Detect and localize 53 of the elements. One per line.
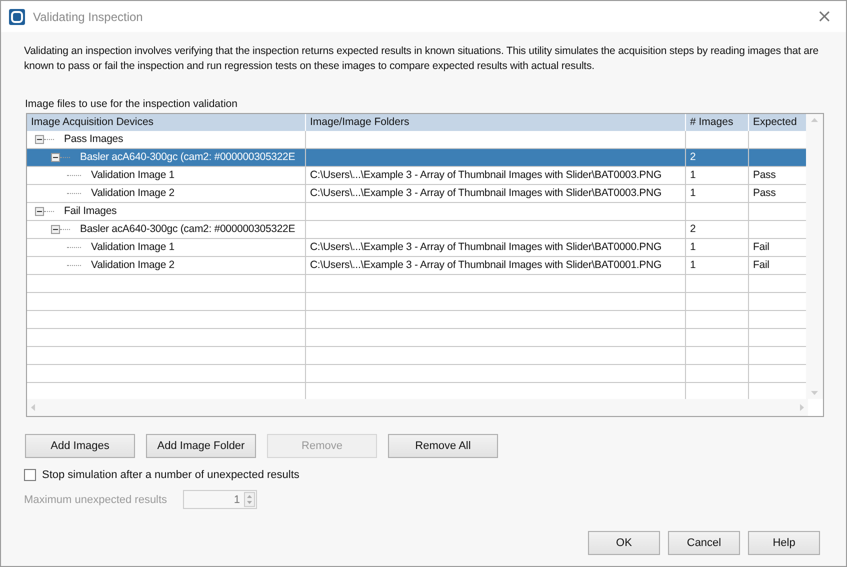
dialog-button[interactable]: OK	[588, 531, 660, 555]
tree-row[interactable]: Validation Image 2	[27, 185, 306, 203]
column-header[interactable]: Image Acquisition Devices	[27, 114, 306, 131]
scroll-down-icon[interactable]	[811, 391, 818, 395]
table-cell: 2	[686, 221, 749, 239]
tree-row[interactable]: Fail Images	[27, 203, 306, 221]
action-button[interactable]: Add Images	[25, 434, 135, 458]
tree-row[interactable]: Basler acA640-300gc (cam2: #000000305322E	[27, 149, 306, 167]
collapse-icon[interactable]	[51, 225, 60, 234]
tree-row[interactable]: Validation Image 1	[27, 167, 306, 185]
collapse-icon[interactable]	[51, 153, 60, 162]
window-title: Validating Inspection	[33, 10, 144, 24]
table-cell	[686, 347, 749, 365]
table-cell: C:\Users\...\Example 3 - Array of Thumbnail Images with Slider\BAT0003.PNG	[306, 167, 686, 185]
scroll-right-icon[interactable]	[800, 404, 804, 411]
column-header[interactable]: # Images	[686, 114, 749, 131]
table-cell: 2	[686, 149, 749, 167]
close-button[interactable]: ×	[816, 6, 832, 27]
dialog-button[interactable]: Help	[748, 531, 820, 555]
table-cell: 1	[686, 167, 749, 185]
table-cell: C:\Users\...\Example 3 - Array of Thumbnail Images with Slider\BAT0003.PNG	[306, 185, 686, 203]
table-cell	[686, 329, 749, 347]
column-header[interactable]: Image/Image Folders	[306, 114, 686, 131]
description-text: Validating an inspection involves verifying that the inspection returns expected results in known situations. This utility simulates the acquisition steps by reading images that are known to pass or fail the inspection and run regression tests on these images to compare expected results with actual results.	[24, 44, 820, 74]
collapse-icon[interactable]	[35, 135, 44, 144]
table-cell	[749, 149, 807, 167]
field-label: Maximum unexpected results	[24, 494, 168, 506]
checkbox-label: Stop simulation after a number of unexpected results	[42, 469, 300, 481]
table-cell: C:\Users\...\Example 3 - Array of Thumbnail Images with Slider\BAT0001.PNG	[306, 257, 686, 275]
table-cell: 1	[686, 257, 749, 275]
tree-row[interactable]: Validation Image 1	[27, 239, 306, 257]
action-button[interactable]: Remove All	[388, 434, 498, 458]
table-cell: C:\Users\...\Example 3 - Array of Thumbnail Images with Slider\BAT0000.PNG	[306, 239, 686, 257]
spinner-arrows-icon[interactable]	[244, 492, 255, 507]
scroll-left-icon[interactable]	[31, 404, 35, 411]
vertical-scrollbar[interactable]	[806, 114, 823, 399]
table-cell	[686, 275, 749, 293]
checkbox[interactable]	[24, 469, 36, 481]
table-cell: 1	[686, 185, 749, 203]
tree-row[interactable]: Basler acA640-300gc (cam2: #000000305322E	[27, 221, 306, 239]
table-cell	[686, 293, 749, 311]
table-cell: 1	[686, 239, 749, 257]
app-icon	[9, 8, 25, 24]
table-cell	[686, 311, 749, 329]
tree-row[interactable]: Validation Image 2	[27, 257, 306, 275]
table-cell	[686, 203, 749, 221]
collapse-icon[interactable]	[35, 207, 44, 216]
dialog-button[interactable]: Cancel	[668, 531, 740, 555]
action-button[interactable]: Add Image Folder	[146, 434, 256, 458]
horizontal-scrollbar[interactable]	[27, 399, 808, 416]
column-header[interactable]: Expected	[749, 114, 807, 131]
scroll-up-icon[interactable]	[811, 118, 818, 122]
table-caption: Image files to use for the inspection validation	[25, 98, 238, 110]
